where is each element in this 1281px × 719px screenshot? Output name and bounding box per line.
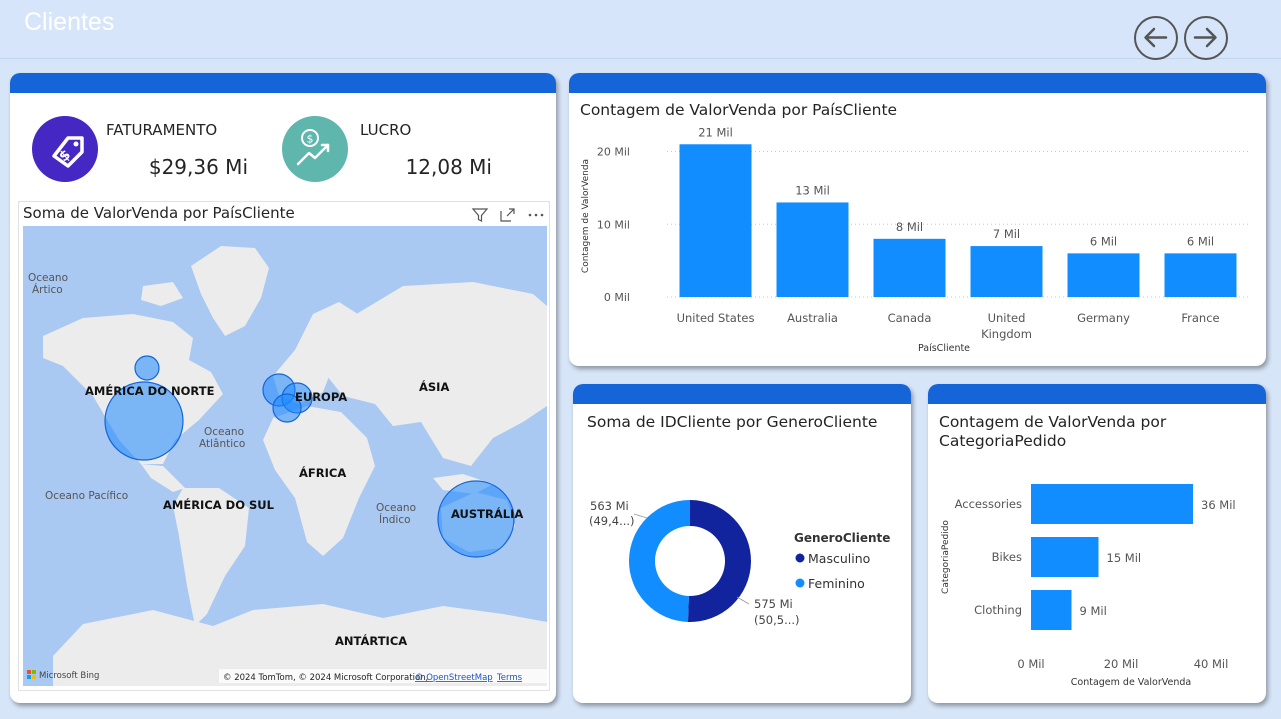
more-options-icon[interactable] [527,206,545,224]
y-tick-label: 10 Mil [597,218,630,231]
bar-data-label: 6 Mil [1090,234,1117,248]
bar-data-label: 8 Mil [896,220,923,234]
x-tick-label: Kingdom [981,327,1032,341]
map-label: Ártico [32,283,63,296]
kpi-map-card: $ FATURAMENTO $29,36 Mi $ LUCRO 12,08 Mi… [10,73,556,703]
terms-link[interactable]: Terms [496,673,523,683]
category-chart-ylabel: CategoriaPedido [941,520,951,594]
y-tick-label: 20 Mil [597,146,630,159]
map-label: Oceano [204,426,244,438]
feminino-value-label: 563 Mi [590,499,629,513]
y-tick-label: Bikes [992,550,1022,564]
bar-australia[interactable] [776,202,849,297]
x-tick-label: 0 Mil [1017,657,1044,671]
masculino-percent-label: (50,5...) [754,613,800,627]
donut-slice-feminino[interactable] [629,500,690,622]
map-label: AMÉRICA DO SUL [163,497,275,512]
y-tick-label: Clothing [974,603,1022,617]
bar-clothing[interactable] [1031,590,1072,630]
donut-slice-masculino[interactable] [687,500,751,622]
map-label: EUROPA [295,390,347,404]
header-bar: Clientes [0,0,1281,60]
card-header-strip [10,73,556,93]
masculino-value-label: 575 Mi [754,597,793,611]
bar-data-label: 9 Mil [1080,604,1107,618]
map-label: Oceano [28,272,68,284]
openstreetmap-link[interactable]: © OpenStreetMap [415,673,493,683]
lucro-label: LUCRO [360,121,412,139]
bar-data-label: 13 Mil [795,183,830,197]
legend-label-masculino[interactable]: Masculino [808,551,870,566]
map-label: ÁFRICA [299,465,346,480]
arrow-left-icon [1144,27,1168,48]
page-title: Clientes [24,8,115,36]
legend-marker-masculino [795,553,805,563]
x-tick-label: Canada [888,311,932,325]
map-label: ÁSIA [419,379,449,394]
bar-france[interactable] [1164,253,1237,297]
map-attribution: © 2024 TomTom, © 2024 Microsoft Corporat… [223,673,428,683]
x-tick-label: Germany [1077,311,1130,325]
bar-accessories[interactable] [1031,484,1193,524]
x-tick-label: United States [677,311,755,325]
legend-marker-feminino [795,578,805,588]
x-tick-label: 20 Mil [1104,657,1139,671]
arrow-right-icon [1193,27,1217,48]
bar-bikes[interactable] [1031,537,1099,577]
bing-logo: Microsoft Bing [39,671,99,681]
x-tick-label: France [1181,311,1219,325]
map-label: AUSTRÁLIA [451,506,523,521]
map-title: Soma de ValorVenda por PaísCliente [23,204,295,222]
profit-growth-icon: $ [282,116,348,182]
bar-data-label: 15 Mil [1107,551,1142,565]
lucro-value: 12,08 Mi [405,155,492,179]
x-tick-label: United [988,311,1026,325]
x-tick-label: Australia [787,311,838,325]
map-label: Oceano [376,502,416,514]
bar-data-label: 7 Mil [993,227,1020,241]
map-label: Índico [379,513,411,526]
gender-chart-card: Soma de IDCliente por GeneroCliente 563 … [573,384,911,703]
svg-text:$: $ [307,133,314,146]
bar-data-label: 21 Mil [698,125,733,139]
bar-data-label: 36 Mil [1201,498,1236,512]
country-bar-chart[interactable]: 0 Mil 10 Mil 20 Mil United States Australia… [569,73,1266,366]
country-chart-card: Contagem de ValorVenda por PaísCliente 0… [569,73,1266,366]
focus-mode-icon[interactable] [499,206,517,224]
price-tag-icon: $ [32,116,98,182]
map-visual[interactable]: Soma de ValorVenda por PaísCliente Ocean… [18,201,550,691]
faturamento-value: $29,36 Mi [148,155,248,179]
category-bar-chart[interactable]: Accessories Bikes Clothing 0 Mil 20 Mil 40 M… [928,384,1266,703]
map-label: AMÉRICA DO NORTE [85,383,215,398]
category-chart-xlabel: Contagem de ValorVenda [1071,677,1191,688]
forward-button[interactable] [1184,16,1228,60]
back-button[interactable] [1134,16,1178,60]
world-map[interactable]: Oceano Ártico AMÉRICA DO NORTE EUROPA ÁS… [23,226,547,686]
faturamento-label: FATURAMENTO [106,121,218,139]
bar-data-label: 6 Mil [1187,234,1214,248]
gender-donut-chart[interactable]: 563 Mi (49,4...) 575 Mi (50,5...) Genero… [573,384,911,703]
y-tick-label: Accessories [955,497,1022,511]
category-chart-card: Contagem de ValorVenda por CategoriaPedi… [928,384,1266,703]
bar-germany[interactable] [1067,253,1140,297]
country-chart-xlabel: PaísCliente [918,343,970,354]
map-label: Atlântico [199,438,245,450]
bar-united-kingdom[interactable] [970,246,1043,297]
country-chart-ylabel: Contagem de ValorVenda [581,159,591,273]
legend-label-feminino[interactable]: Feminino [808,576,865,591]
feminino-percent-label: (49,4...) [589,514,635,528]
bar-canada[interactable] [873,238,946,297]
filter-icon[interactable] [471,206,489,224]
map-bubble-canada[interactable] [134,355,160,381]
gender-legend-title: GeneroCliente [794,531,890,545]
x-tick-label: 40 Mil [1194,657,1229,671]
bar-united-states[interactable] [679,144,752,297]
y-tick-label: 0 Mil [604,291,630,304]
map-label: Oceano Pacífico [45,490,128,502]
map-label: ANTÁRTICA [335,633,407,648]
